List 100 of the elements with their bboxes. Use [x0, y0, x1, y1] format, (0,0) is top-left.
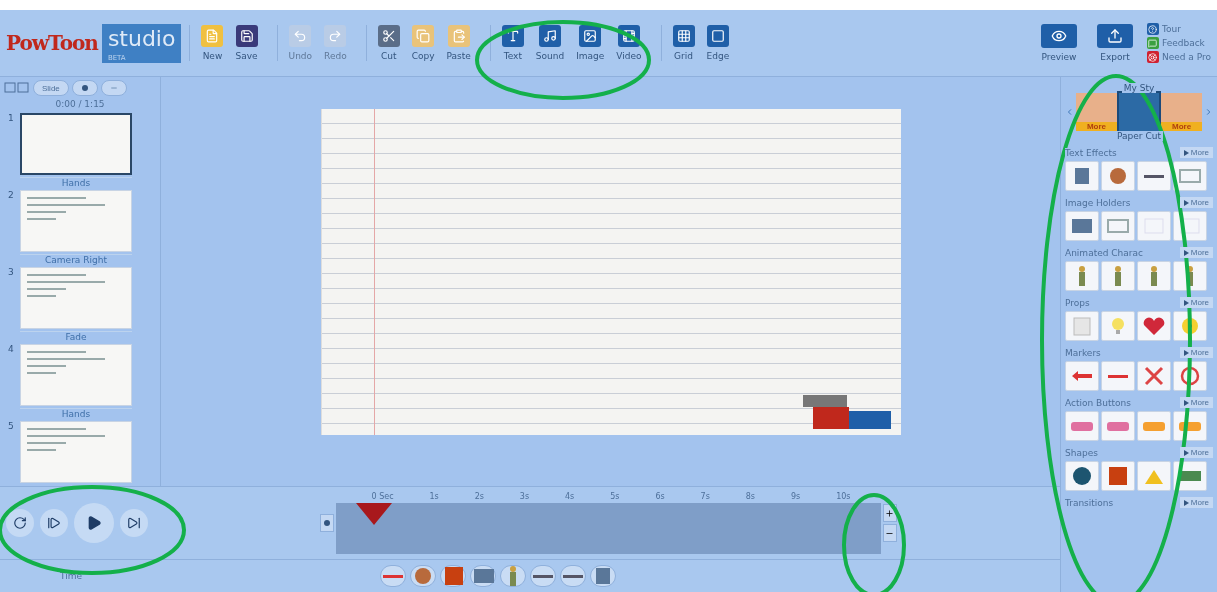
library-item[interactable]	[1065, 261, 1099, 291]
document-icon	[201, 25, 224, 47]
more-button[interactable]: More	[1179, 497, 1213, 508]
replay-button[interactable]	[6, 509, 34, 537]
library-item[interactable]	[1137, 261, 1171, 291]
library-item[interactable]	[1137, 161, 1171, 191]
library-item[interactable]	[1137, 361, 1171, 391]
layer-button[interactable]	[380, 565, 406, 587]
export-button[interactable]: Export	[1090, 23, 1139, 63]
character-icon	[1115, 266, 1121, 286]
character-icon	[1151, 266, 1157, 286]
library-item[interactable]	[1065, 211, 1099, 241]
eye-icon	[1040, 24, 1077, 48]
transition-label: Fade	[20, 331, 132, 342]
pro-link[interactable]: Need a Pro	[1146, 51, 1211, 63]
time-tick: 1s	[429, 492, 439, 501]
chat-icon	[1146, 37, 1159, 49]
hand-icon	[415, 568, 431, 584]
more-button[interactable]: More	[1179, 247, 1213, 258]
dot-icon	[323, 520, 330, 526]
time-tick: 4s	[565, 492, 575, 501]
hand-icon	[1110, 168, 1126, 184]
image-button[interactable]: Image	[573, 25, 608, 61]
more-button[interactable]: More	[1179, 197, 1213, 208]
minus-icon	[109, 84, 118, 92]
more-button[interactable]: More	[1179, 147, 1213, 158]
layer-button[interactable]	[470, 565, 496, 587]
panel-title: My Sty	[1121, 83, 1157, 93]
slide-view-icon[interactable]	[4, 82, 30, 94]
section-title: Props	[1065, 297, 1090, 308]
library-item[interactable]	[1065, 461, 1099, 491]
slide-counter: 0:00 / 1:15	[54, 99, 106, 109]
more-button[interactable]: More	[1179, 347, 1213, 358]
video-button[interactable]: Video	[613, 25, 645, 61]
transition-label: Camera Right	[20, 254, 132, 265]
triangle-icon	[1183, 299, 1189, 306]
layer-button[interactable]	[440, 565, 466, 587]
play-button[interactable]	[74, 503, 114, 543]
slide-number: 1	[8, 113, 14, 123]
play-icon	[86, 515, 102, 531]
library-item[interactable]	[1101, 261, 1135, 291]
view-toggle[interactable]: Slide	[33, 80, 69, 96]
sound-toggle-button[interactable]	[319, 514, 334, 532]
step-button[interactable]	[40, 509, 68, 537]
layer-button[interactable]	[410, 565, 436, 587]
save-button[interactable]: Save	[232, 25, 261, 61]
skip-end-button[interactable]	[120, 509, 148, 537]
text-button[interactable]: Text	[498, 25, 527, 61]
character-icon	[510, 566, 516, 586]
time-tick: 5s	[610, 492, 620, 501]
text-icon	[1075, 168, 1089, 184]
line-icon	[383, 574, 403, 578]
time-tick: 3s	[519, 492, 530, 501]
character-icon	[1187, 266, 1193, 286]
timeline-track[interactable]	[335, 503, 881, 554]
line-icon	[563, 574, 583, 578]
save-icon	[235, 25, 258, 47]
text-icon	[596, 568, 610, 584]
style-thumbnail[interactable]: More	[1161, 93, 1202, 131]
sound-button[interactable]: Sound	[532, 25, 568, 61]
upload-icon	[1096, 24, 1133, 48]
library-item[interactable]	[1065, 161, 1099, 191]
style-thumbnail[interactable]: More	[1076, 93, 1117, 131]
time-tick: 0 Sec	[371, 492, 394, 501]
undo-icon	[289, 25, 312, 47]
edge-button[interactable]: Edge	[703, 25, 733, 61]
copy-button[interactable]: Copy	[408, 25, 438, 61]
triangle-icon	[1183, 449, 1189, 456]
more-button[interactable]: More	[1179, 447, 1213, 458]
library-item[interactable]	[1101, 461, 1135, 491]
more-button[interactable]: More	[1179, 297, 1213, 308]
layer-button[interactable]	[530, 565, 556, 587]
paste-button[interactable]: Paste	[443, 25, 474, 61]
preview-button[interactable]: Preview	[1034, 23, 1083, 63]
layer-button[interactable]	[590, 565, 616, 587]
feedback-link[interactable]: Feedback	[1146, 37, 1211, 49]
skip-to-end-icon	[127, 516, 141, 530]
add-button[interactable]	[71, 80, 98, 96]
slide-number: 4	[8, 344, 14, 354]
library-item[interactable]	[1065, 361, 1099, 391]
tour-link[interactable]: Tour	[1146, 23, 1211, 35]
library-item[interactable]	[1101, 161, 1135, 191]
more-badge: More	[1076, 122, 1117, 131]
step-forward-icon	[47, 516, 61, 530]
new-button[interactable]: New	[198, 25, 227, 61]
library-item[interactable]	[1101, 361, 1135, 391]
style-name: Paper Cut	[1115, 131, 1163, 141]
grid-button[interactable]: Grid	[669, 25, 698, 61]
triangle-icon	[1183, 249, 1189, 256]
style-thumbnail[interactable]	[1118, 93, 1160, 131]
library-item[interactable]	[1137, 311, 1171, 341]
slide-thumbnail[interactable]	[20, 113, 132, 175]
time-tick: 8s	[745, 492, 756, 501]
playhead-marker[interactable]	[355, 503, 392, 525]
layer-button[interactable]	[560, 565, 586, 587]
blank-frame-icon	[1177, 215, 1203, 237]
line-icon	[1108, 374, 1128, 378]
layer-button[interactable]	[500, 565, 526, 587]
more-button[interactable]: More	[1179, 397, 1213, 408]
cut-button[interactable]: Cut	[374, 25, 403, 61]
